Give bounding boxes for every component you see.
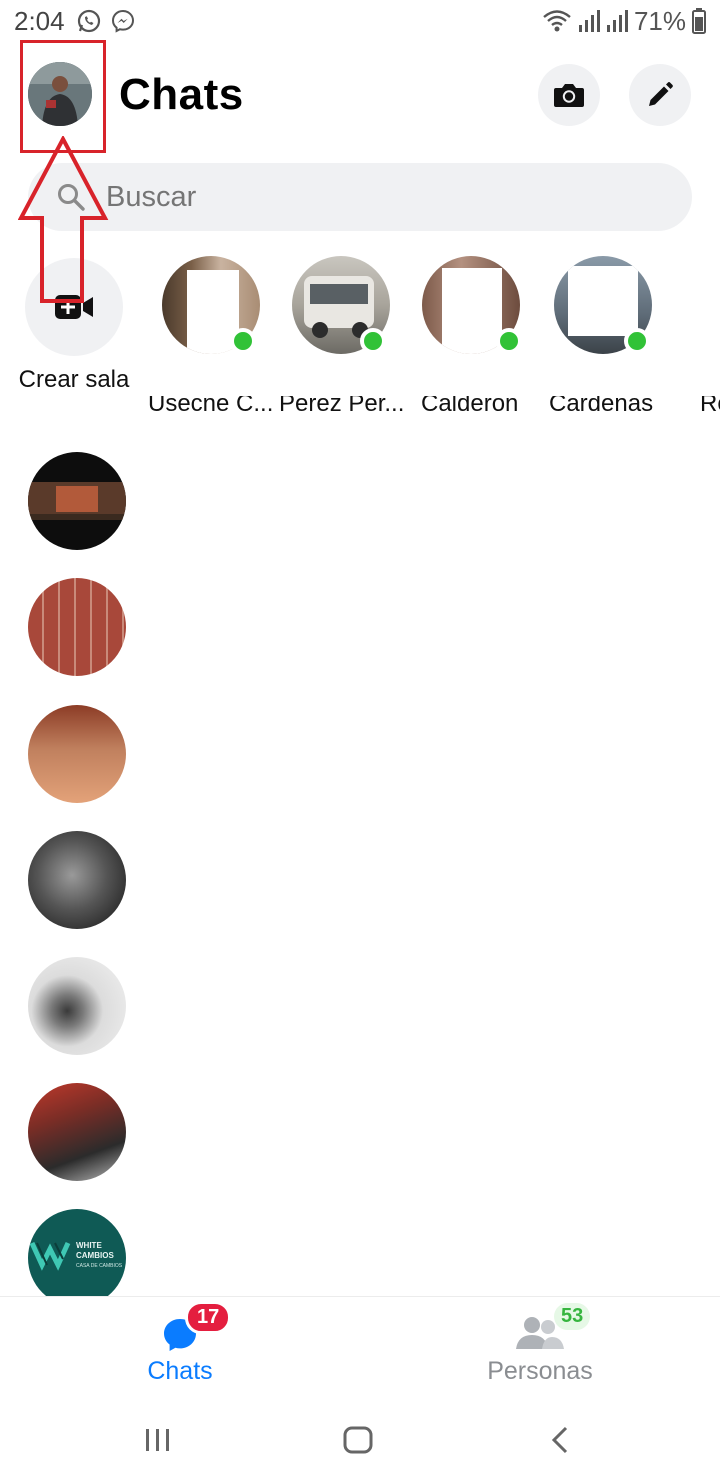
chat-list-item-avatar[interactable]: WHITE CAMBIOS CASA DE CAMBIOS [28, 1209, 126, 1307]
back-button[interactable] [540, 1422, 580, 1458]
tab-chats-label: Chats [147, 1357, 213, 1385]
status-right: 71% [542, 6, 706, 36]
system-nav-bar [0, 1400, 720, 1480]
tab-personas-label: Personas [487, 1357, 593, 1385]
svg-text:CAMBIOS: CAMBIOS [76, 1251, 114, 1260]
battery-icon [692, 8, 706, 34]
compose-button[interactable] [629, 64, 691, 126]
recent-apps-icon [146, 1429, 169, 1451]
signal-icon [606, 10, 628, 32]
wifi-icon [543, 10, 571, 32]
messenger-icon [111, 9, 135, 33]
status-bar: 2:04 71% [0, 0, 720, 44]
personas-badge: 53 [554, 1303, 591, 1330]
chat-list-item-avatar[interactable] [28, 452, 126, 550]
chat-list-item-avatar[interactable] [28, 705, 126, 803]
home-button[interactable] [338, 1422, 378, 1458]
story-names-row: Usecne C... Perez Per... Calderon Carden… [0, 396, 720, 418]
online-indicator [360, 328, 386, 354]
bottom-nav: 17 Chats 53 Personas [0, 1296, 720, 1400]
svg-text:CASA DE CAMBIOS: CASA DE CAMBIOS [76, 1263, 123, 1269]
chat-list-item-avatar[interactable] [28, 831, 126, 929]
battery-percent: 71% [633, 5, 686, 36]
chat-list-item-avatar[interactable] [28, 1083, 126, 1181]
home-icon [343, 1426, 373, 1454]
tab-chats[interactable]: 17 Chats [70, 1297, 290, 1401]
story-name: Cardenas [549, 396, 654, 417]
tab-personas[interactable]: 53 Personas [430, 1297, 650, 1401]
annotation-arrow [18, 136, 109, 303]
whatsapp-icon [77, 9, 101, 33]
online-indicator [230, 328, 256, 354]
story-name: Usecne C... [148, 396, 274, 417]
white-cambios-logo: WHITE CAMBIOS CASA DE CAMBIOS [29, 1241, 123, 1271]
svg-text:WHITE: WHITE [76, 1241, 102, 1250]
back-icon [551, 1426, 568, 1454]
online-indicator [624, 328, 650, 354]
redaction-box [568, 266, 638, 336]
story-name: Ro [700, 396, 720, 417]
redaction-box [442, 268, 502, 354]
page-title: Chats [119, 70, 244, 119]
camera-icon [554, 84, 584, 107]
chat-list-item-avatar[interactable] [28, 957, 126, 1055]
status-time: 2:04 [14, 6, 65, 36]
search-bar[interactable] [28, 163, 692, 231]
create-room-label: Crear sala [18, 366, 130, 393]
chat-thumbnail [28, 482, 126, 520]
chats-unread-badge: 17 [185, 1301, 232, 1334]
signal-icon [578, 10, 600, 32]
story-name: Perez Per... [279, 396, 405, 417]
camera-button[interactable] [538, 64, 600, 126]
online-indicator [496, 328, 522, 354]
recent-apps-button[interactable] [138, 1422, 178, 1458]
chat-list-item-avatar[interactable] [28, 578, 126, 676]
story-name: Calderon [421, 396, 519, 417]
search-input[interactable] [106, 163, 666, 231]
pencil-icon [649, 82, 673, 106]
